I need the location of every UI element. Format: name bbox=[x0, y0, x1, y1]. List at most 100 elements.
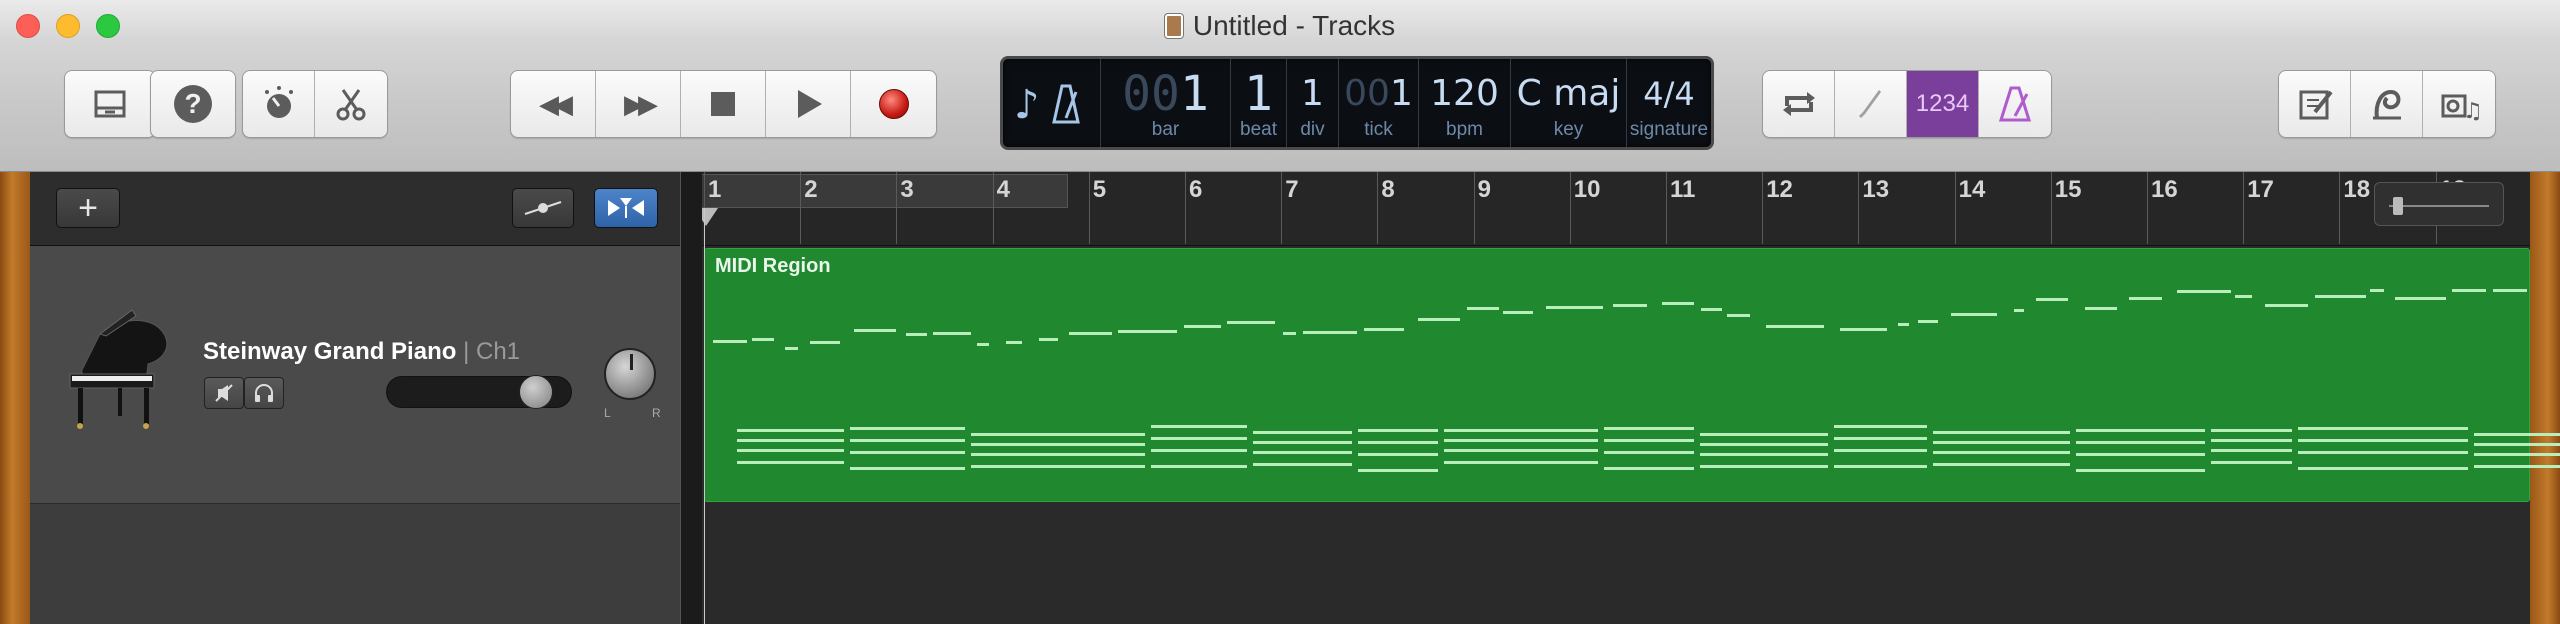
cycle-region[interactable] bbox=[700, 174, 1068, 208]
midi-note bbox=[1604, 439, 1694, 442]
midi-note bbox=[2014, 309, 2024, 312]
solo-button[interactable] bbox=[244, 377, 284, 409]
midi-note bbox=[2076, 429, 2205, 432]
smart-controls-button[interactable] bbox=[243, 71, 315, 137]
midi-note bbox=[2036, 298, 2068, 301]
midi-note bbox=[2474, 443, 2560, 446]
library-group bbox=[64, 70, 156, 138]
transport-group: ◀◀ ▶▶ bbox=[510, 70, 937, 138]
tuner-icon bbox=[1858, 90, 1881, 118]
midi-note bbox=[737, 429, 844, 432]
tuner-button[interactable] bbox=[1835, 71, 1907, 137]
wood-side-right bbox=[2530, 172, 2560, 624]
ruler-bar-line bbox=[1473, 172, 1475, 244]
ruler-bar-number: 12 bbox=[1766, 176, 1793, 203]
ruler-bar-line bbox=[2339, 172, 2341, 244]
count-in-button[interactable]: 1234 bbox=[1907, 71, 1979, 137]
lcd-key[interactable]: C maj key bbox=[1511, 59, 1627, 147]
smart-controls-icon bbox=[264, 86, 293, 118]
track-header[interactable]: Steinway Grand Piano | Ch1 L R bbox=[30, 246, 680, 504]
signature-value: 4/4 bbox=[1643, 75, 1695, 113]
ruler-bar-line bbox=[1088, 172, 1090, 244]
catch-playhead-button[interactable] bbox=[594, 188, 658, 228]
div-value: 1 bbox=[1301, 73, 1324, 114]
midi-region[interactable]: MIDI Region bbox=[704, 248, 2560, 502]
lcd-display[interactable]: ♪ 001 bar 1 beat 1 div 001 tick 120 bpm … bbox=[1000, 56, 1714, 150]
add-track-button[interactable]: + bbox=[56, 188, 120, 228]
midi-note bbox=[1283, 332, 1296, 335]
record-button[interactable] bbox=[851, 71, 936, 137]
volume-slider-thumb[interactable] bbox=[519, 375, 553, 409]
volume-slider[interactable] bbox=[386, 375, 572, 409]
lcd-beat[interactable]: 1 beat bbox=[1231, 59, 1287, 147]
midi-note bbox=[2211, 449, 2292, 452]
ruler-bar-line bbox=[992, 172, 994, 244]
stop-button[interactable] bbox=[681, 71, 766, 137]
header-divider[interactable] bbox=[680, 172, 702, 624]
midi-note bbox=[1151, 449, 1247, 452]
midi-note bbox=[737, 439, 844, 442]
midi-note bbox=[1662, 302, 1694, 305]
grand-piano-icon bbox=[69, 309, 168, 429]
bpm-label: bpm bbox=[1446, 119, 1483, 140]
pan-knob[interactable] bbox=[604, 348, 656, 400]
midi-note bbox=[971, 465, 1145, 468]
notepad-button[interactable] bbox=[2279, 71, 2351, 137]
midi-note bbox=[1834, 425, 1927, 428]
forward-button[interactable]: ▶▶ bbox=[596, 71, 681, 137]
library-button[interactable] bbox=[65, 71, 155, 137]
cycle-button[interactable] bbox=[1763, 71, 1835, 137]
play-button[interactable] bbox=[766, 71, 851, 137]
ruler-bar-number: 9 bbox=[1477, 176, 1491, 203]
tracks-area[interactable]: MIDI Region bbox=[702, 246, 2560, 624]
zoom-slider-thumb[interactable] bbox=[2393, 197, 2403, 215]
ruler-bar-line bbox=[2050, 172, 2052, 244]
region-name: MIDI Region bbox=[715, 255, 831, 277]
lcd-bar[interactable]: 001 bar bbox=[1101, 59, 1231, 147]
rewind-button[interactable]: ◀◀ bbox=[511, 71, 596, 137]
midi-note bbox=[2493, 289, 2527, 292]
window-title-text: Untitled - Tracks bbox=[1192, 10, 1396, 41]
wood-side-left bbox=[0, 172, 30, 624]
zoom-slider[interactable] bbox=[2374, 182, 2504, 226]
bpm-value: 120 bbox=[1430, 73, 1499, 114]
automation-button[interactable] bbox=[512, 188, 574, 228]
midi-note bbox=[933, 332, 971, 335]
midi-note bbox=[1604, 427, 1694, 430]
loop-browser-button[interactable] bbox=[2351, 71, 2423, 137]
midi-note bbox=[1184, 325, 1221, 328]
midi-note bbox=[1151, 437, 1247, 440]
loop-icon bbox=[2372, 89, 2401, 120]
media-browser-button[interactable]: ♫ bbox=[2423, 71, 2495, 137]
lcd-tick[interactable]: 001 tick bbox=[1339, 59, 1419, 147]
help-button[interactable]: ? bbox=[151, 71, 235, 137]
midi-note bbox=[1253, 441, 1352, 444]
key-value: C maj bbox=[1516, 73, 1621, 114]
modes-group: 1234 bbox=[1762, 70, 2052, 138]
library-icon bbox=[94, 90, 126, 118]
midi-note bbox=[850, 451, 965, 454]
editors-button[interactable] bbox=[315, 71, 387, 137]
lcd-tempo[interactable]: 120 bpm bbox=[1419, 59, 1511, 147]
ruler-bar-number: 6 bbox=[1189, 176, 1203, 203]
ruler-bar-line bbox=[2243, 172, 2245, 244]
mute-button[interactable] bbox=[204, 377, 244, 409]
ruler-bar-line bbox=[2147, 172, 2148, 244]
midi-note bbox=[1933, 451, 2070, 454]
midi-note bbox=[1253, 451, 1352, 454]
playhead-filter-icon bbox=[608, 198, 644, 218]
zoom-slider-track bbox=[2389, 205, 2489, 207]
midi-note bbox=[1700, 465, 1828, 468]
metronome-button[interactable] bbox=[1979, 71, 2051, 137]
timeline-ruler[interactable]: 12345678910111213141516171819 bbox=[680, 172, 2530, 246]
midi-note bbox=[752, 338, 774, 341]
pan-right-label: R bbox=[652, 406, 661, 420]
ruler-bar-number: 4 bbox=[996, 176, 1010, 203]
window-titlebar: Untitled - Tracks ? ◀◀ ▶▶ ♪ 001 bar 1 be… bbox=[0, 0, 2560, 172]
midi-note bbox=[1444, 439, 1598, 442]
lcd-signature[interactable]: 4/4 signature bbox=[1627, 59, 1711, 147]
midi-note bbox=[1898, 323, 1909, 326]
midi-note bbox=[1253, 463, 1352, 466]
lcd-div[interactable]: 1 div bbox=[1287, 59, 1339, 147]
track-name[interactable]: Steinway Grand Piano | Ch1 bbox=[203, 338, 520, 366]
